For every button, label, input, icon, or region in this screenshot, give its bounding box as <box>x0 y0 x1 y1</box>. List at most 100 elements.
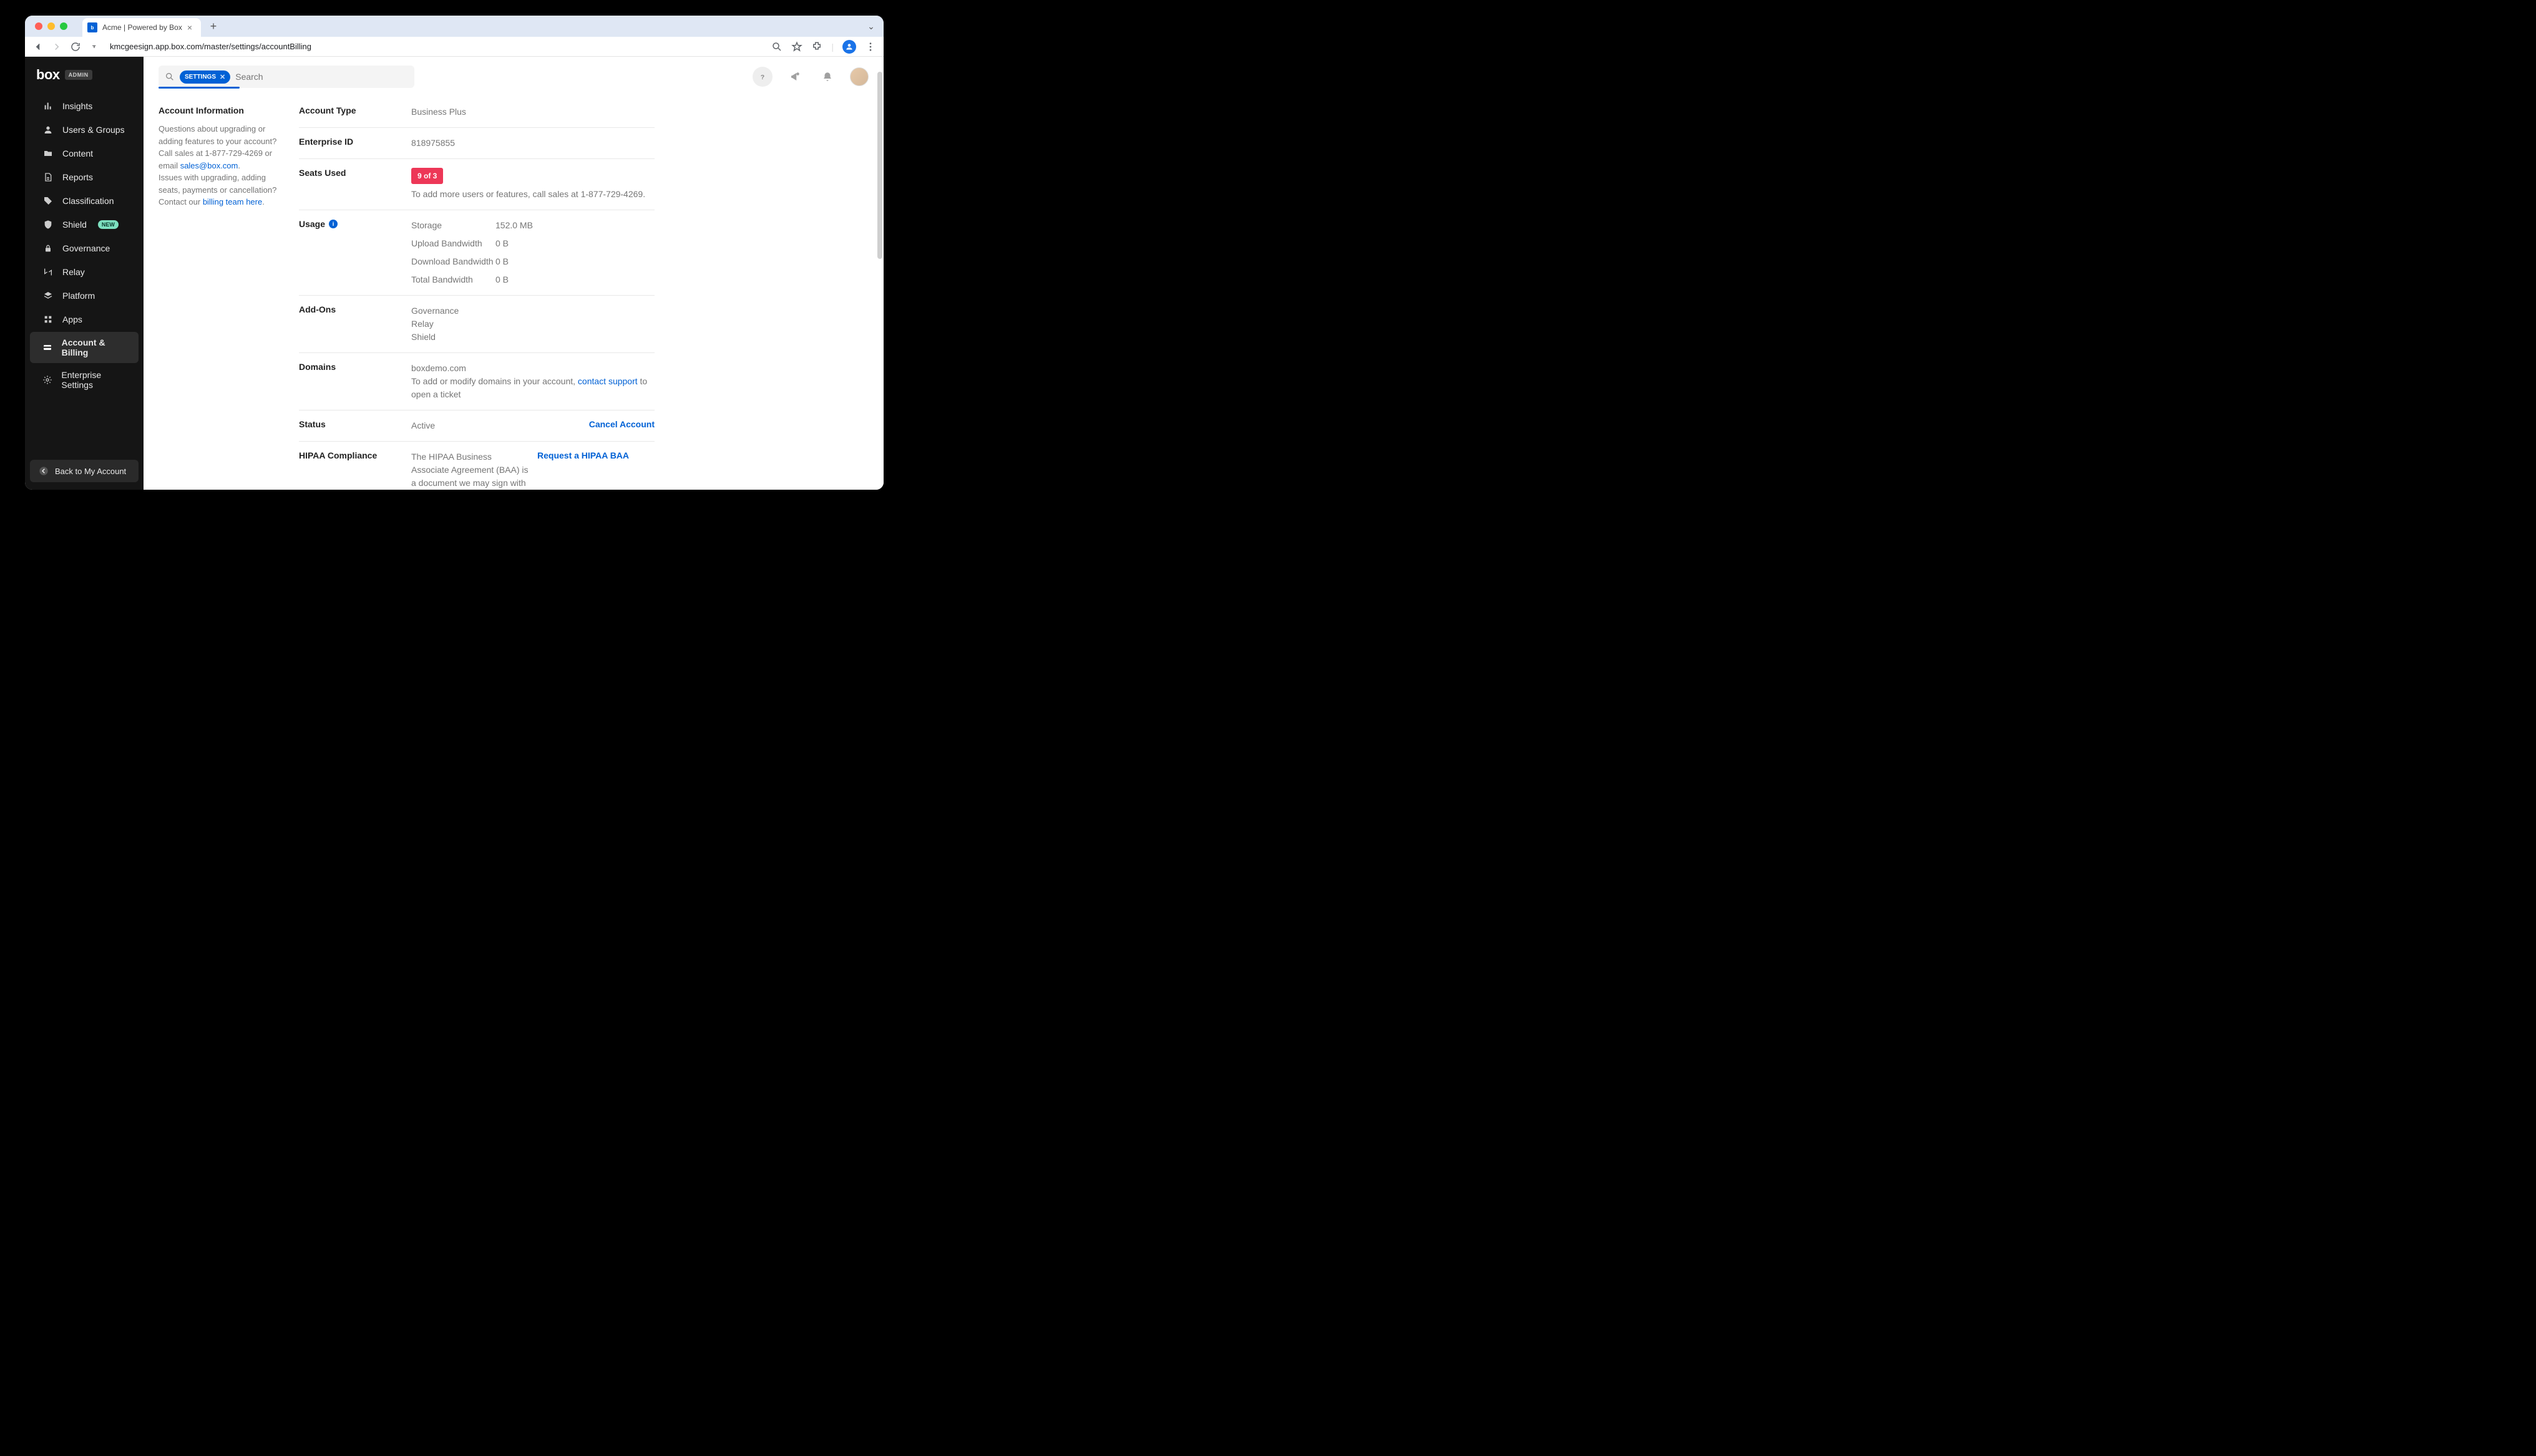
nav-forward-icon[interactable] <box>51 41 62 52</box>
search-bar[interactable]: SETTINGS ✕ <box>158 66 414 88</box>
value-enterprise-id: 818975855 <box>411 137 655 150</box>
usage-download: Download Bandwidth 0 B <box>411 255 655 268</box>
request-hipaa-link[interactable]: Request a HIPAA BAA <box>530 450 629 460</box>
usage-info-icon[interactable]: i <box>329 220 338 228</box>
folder-icon <box>42 148 54 159</box>
search-input[interactable] <box>235 72 408 82</box>
sidebar-item-label: Insights <box>62 101 92 111</box>
scrollbar[interactable] <box>877 72 882 483</box>
back-to-account-button[interactable]: Back to My Account <box>30 460 139 482</box>
sidebar-item-label: Apps <box>62 314 82 324</box>
sidebar-item-apps[interactable]: Apps <box>30 308 139 331</box>
shield-icon <box>42 219 54 230</box>
sidebar-item-relay[interactable]: Relay <box>30 261 139 283</box>
sidebar-item-platform[interactable]: Platform <box>30 284 139 307</box>
reports-icon <box>42 172 54 183</box>
row-usage: Usage i Storage 152.0 MB Upload Bandwidt <box>299 210 655 296</box>
gear-icon <box>42 374 52 386</box>
addon-item: Governance <box>411 304 655 318</box>
label-addons: Add-Ons <box>299 304 411 314</box>
sidebar-item-content[interactable]: Content <box>30 142 139 165</box>
notifications-icon[interactable] <box>817 67 837 87</box>
sidebar-nav: Insights Users & Groups Content Reports … <box>25 94 144 396</box>
sidebar-item-shield[interactable]: Shield NEW <box>30 213 139 236</box>
url-bar[interactable]: ⫟ kmcgeesign.app.box.com/master/settings… <box>89 39 764 55</box>
chip-remove-icon[interactable]: ✕ <box>220 73 225 81</box>
browser-profile-icon[interactable] <box>842 40 856 54</box>
search-filter-chip[interactable]: SETTINGS ✕ <box>180 70 230 84</box>
url-text: kmcgeesign.app.box.com/master/settings/a… <box>110 42 311 51</box>
relay-icon <box>42 266 54 278</box>
sidebar-item-label: Shield <box>62 220 87 230</box>
browser-tabbar: b Acme | Powered by Box × + ⌄ <box>25 16 884 37</box>
addon-item: Shield <box>411 331 655 344</box>
admin-badge: ADMIN <box>65 70 92 80</box>
domain-value: boxdemo.com <box>411 362 655 375</box>
contact-support-link[interactable]: contact support <box>578 376 638 386</box>
window-controls <box>30 22 72 30</box>
usage-total: Total Bandwidth 0 B <box>411 273 655 286</box>
row-domains: Domains boxdemo.com To add or modify dom… <box>299 353 655 410</box>
tag-icon <box>42 195 54 206</box>
browser-menu-icon[interactable] <box>865 41 876 52</box>
topbar: SETTINGS ✕ ? <box>144 57 884 88</box>
sales-email-link[interactable]: sales@box.com <box>180 161 238 170</box>
svg-text:?: ? <box>761 74 764 81</box>
sidebar-item-insights[interactable]: Insights <box>30 95 139 117</box>
nav-back-icon[interactable] <box>32 41 44 52</box>
value-account-type: Business Plus <box>411 105 655 119</box>
value-status: Active <box>411 419 582 432</box>
browser-tab[interactable]: b Acme | Powered by Box × <box>82 18 201 37</box>
search-chip-label: SETTINGS <box>185 74 216 80</box>
sidebar-item-label: Classification <box>62 196 114 206</box>
usage-storage: Storage 152.0 MB <box>411 219 655 232</box>
extensions-icon[interactable] <box>811 41 822 52</box>
row-seats-used: Seats Used 9 of 3 To add more users or f… <box>299 159 655 210</box>
bookmark-icon[interactable] <box>791 41 802 52</box>
addon-item: Relay <box>411 318 655 331</box>
usage-upload: Upload Bandwidth 0 B <box>411 237 655 250</box>
sidebar-header: box ADMIN <box>25 67 144 92</box>
nav-reload-icon[interactable] <box>70 41 81 52</box>
seats-note: To add more users or features, call sale… <box>411 189 645 199</box>
scrollbar-thumb[interactable] <box>877 72 882 259</box>
search-icon <box>165 72 175 82</box>
new-badge: NEW <box>98 220 119 229</box>
zoom-icon[interactable] <box>771 41 783 52</box>
new-tab-button[interactable]: + <box>206 19 221 34</box>
back-to-account-label: Back to My Account <box>55 467 126 476</box>
browser-toolbar: ⫟ kmcgeesign.app.box.com/master/settings… <box>25 37 884 57</box>
user-avatar[interactable] <box>850 67 869 86</box>
cancel-account-link[interactable]: Cancel Account <box>582 419 655 429</box>
billing-team-link[interactable]: billing team here <box>203 197 262 206</box>
tab-favicon-icon: b <box>87 22 97 32</box>
sidebar-item-reports[interactable]: Reports <box>30 166 139 188</box>
label-enterprise-id: Enterprise ID <box>299 137 411 147</box>
row-addons: Add-Ons Governance Relay Shield <box>299 296 655 353</box>
window-close-icon[interactable] <box>35 22 42 30</box>
help-icon[interactable]: ? <box>753 67 773 87</box>
sidebar-item-enterprise-settings[interactable]: Enterprise Settings <box>30 364 139 396</box>
window-minimize-icon[interactable] <box>47 22 55 30</box>
sidebar-item-account-billing[interactable]: Account & Billing <box>30 332 139 363</box>
row-account-type: Account Type Business Plus <box>299 105 655 128</box>
sidebar-item-label: Users & Groups <box>62 125 125 135</box>
announcements-icon[interactable] <box>785 67 805 87</box>
box-logo: box <box>36 67 60 83</box>
account-content: Account Information Questions about upgr… <box>144 88 884 490</box>
sidebar-item-classification[interactable]: Classification <box>30 190 139 212</box>
tab-close-icon[interactable]: × <box>187 22 192 32</box>
window-maximize-icon[interactable] <box>60 22 67 30</box>
apps-icon <box>42 314 54 325</box>
site-controls-icon[interactable]: ⫟ <box>89 41 100 52</box>
sidebar-item-users-groups[interactable]: Users & Groups <box>30 119 139 141</box>
platform-icon <box>42 290 54 301</box>
sidebar-item-governance[interactable]: Governance <box>30 237 139 260</box>
account-details: Account Type Business Plus Enterprise ID… <box>299 105 655 490</box>
insights-icon <box>42 100 54 112</box>
sidebar-item-label: Governance <box>62 243 110 253</box>
tab-list-dropdown-icon[interactable]: ⌄ <box>864 19 879 34</box>
row-enterprise-id: Enterprise ID 818975855 <box>299 128 655 159</box>
label-usage: Usage i <box>299 219 411 229</box>
account-info-sidebar: Account Information Questions about upgr… <box>158 105 280 490</box>
